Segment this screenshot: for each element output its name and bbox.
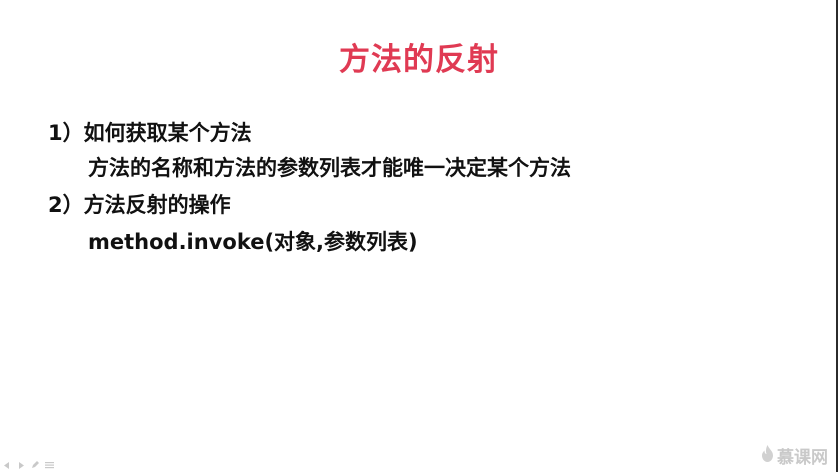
next-slide-icon[interactable] bbox=[16, 461, 26, 469]
slide-canvas: 方法的反射 1）如何获取某个方法 方法的名称和方法的参数列表才能唯一决定某个方法… bbox=[0, 0, 838, 472]
point-1-detail: 方法的名称和方法的参数列表才能唯一决定某个方法 bbox=[88, 156, 571, 180]
imooc-watermark: 慕课网 bbox=[761, 443, 828, 468]
previous-slide-icon[interactable] bbox=[2, 461, 12, 469]
watermark-text: 慕课网 bbox=[777, 448, 828, 468]
slide-menu-icon[interactable] bbox=[44, 461, 54, 469]
point-1-heading: 1）如何获取某个方法 bbox=[48, 121, 252, 145]
point-2-detail: method.invoke(对象,参数列表) bbox=[88, 230, 418, 254]
point-2-heading: 2）方法反射的操作 bbox=[48, 193, 231, 217]
slideshow-controls bbox=[2, 461, 54, 469]
pen-tool-icon[interactable] bbox=[30, 461, 40, 469]
slide-title: 方法的反射 bbox=[339, 42, 499, 78]
flame-logo-icon bbox=[761, 445, 774, 466]
